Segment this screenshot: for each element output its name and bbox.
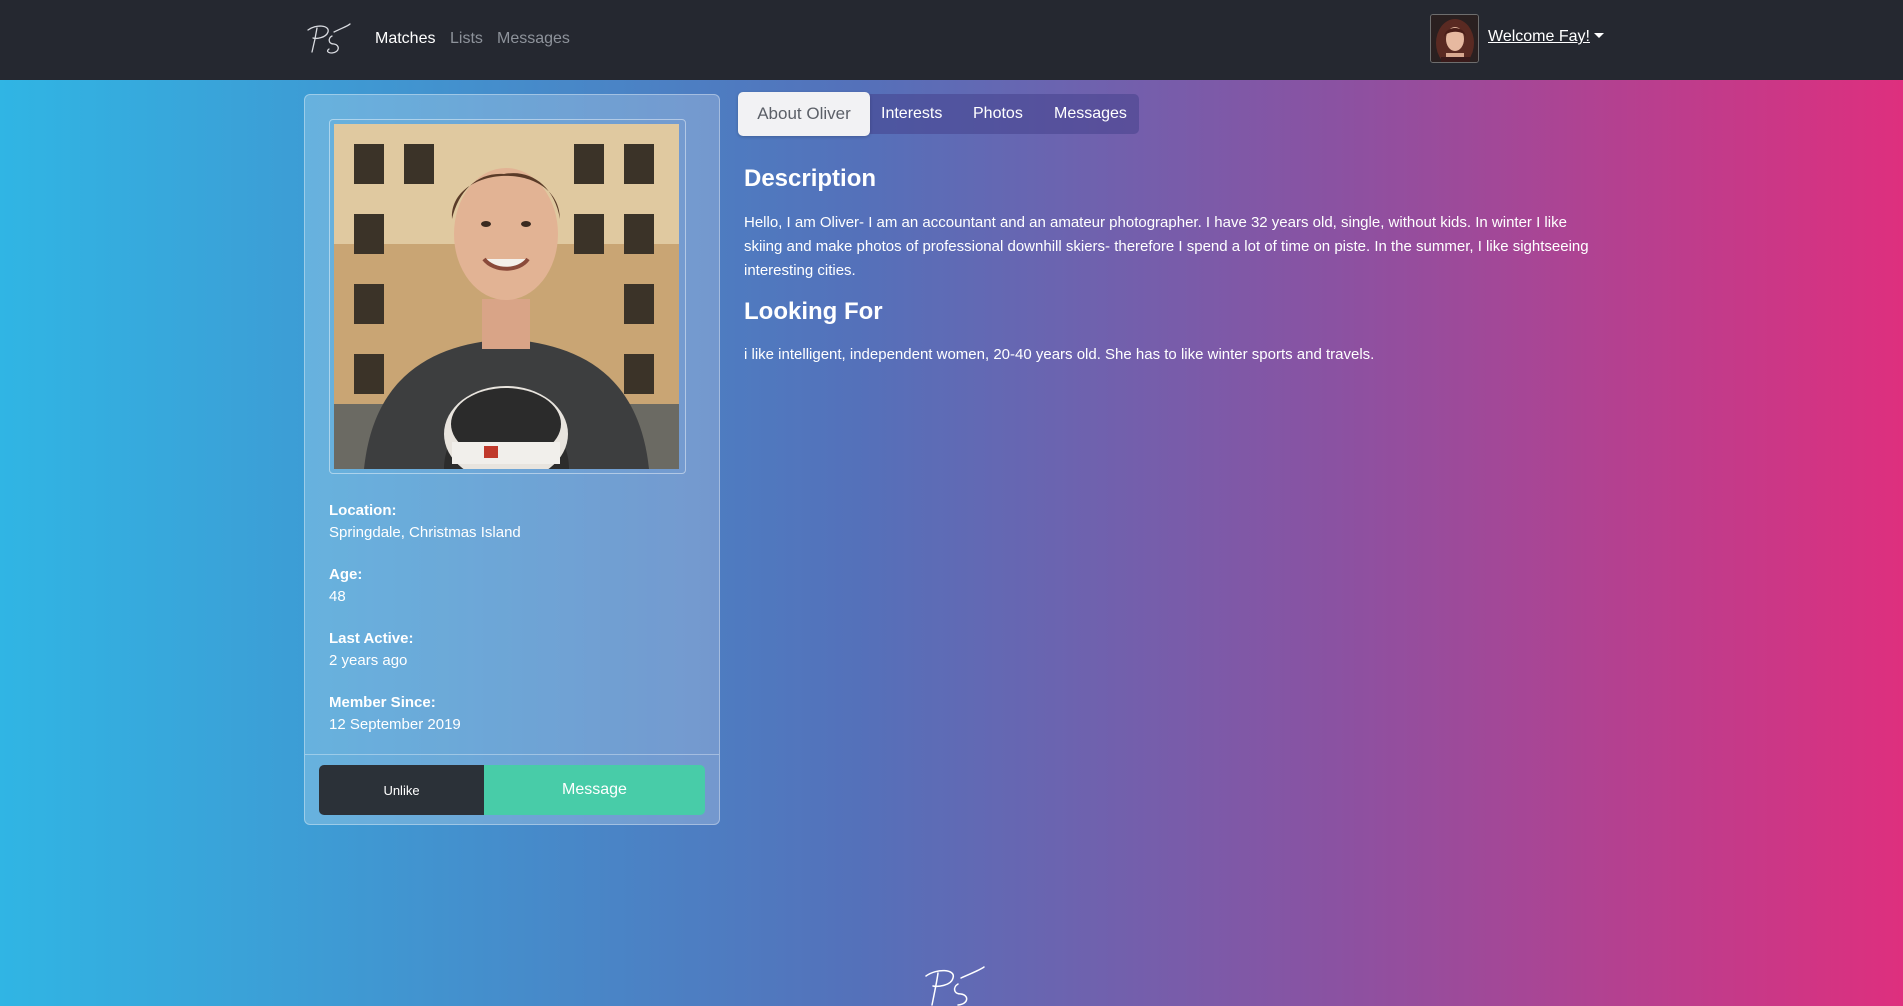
top-navbar: Matches Lists Messages Welcome Fay! [0, 0, 1903, 80]
tab-messages[interactable]: Messages [1054, 94, 1127, 134]
last-active-value: 2 years ago [329, 652, 408, 669]
last-active-label: Last Active: [329, 630, 414, 647]
location-label: Location: [329, 502, 397, 519]
message-button[interactable]: Message [484, 765, 705, 815]
brand-logo[interactable] [302, 22, 352, 58]
age-value: 48 [329, 588, 346, 605]
profile-photo [334, 124, 679, 469]
user-avatar[interactable] [1430, 14, 1479, 63]
last-active-info: Last Active: 2 years ago [329, 629, 413, 673]
location-value: Springdale, Christmas Island [329, 524, 521, 541]
unlike-button[interactable]: Unlike [319, 765, 484, 815]
nav-matches-link[interactable]: Matches [375, 30, 435, 48]
profile-photo-frame [329, 119, 686, 474]
footer-logo [925, 966, 985, 1006]
location-info: Location: Springdale, Christmas Island [329, 501, 521, 545]
member-since-info: Member Since: 12 September 2019 [329, 693, 461, 737]
looking-for-heading: Looking For [744, 298, 883, 325]
welcome-text: Welcome Fay! [1488, 28, 1590, 45]
age-label: Age: [329, 566, 363, 583]
member-since-label: Member Since: [329, 694, 436, 711]
card-divider [305, 754, 719, 755]
chevron-down-icon [1593, 33, 1604, 38]
looking-for-text: i like intelligent, independent women, 2… [744, 346, 1375, 363]
profile-tabs: About Oliver Interests Photos Messages [738, 92, 1139, 136]
tab-photos[interactable]: Photos [973, 94, 1023, 134]
nav-lists-link[interactable]: Lists [450, 30, 483, 48]
nav-messages-link[interactable]: Messages [497, 30, 570, 48]
user-avatar-image [1431, 15, 1478, 62]
welcome-user-dropdown[interactable]: Welcome Fay! [1488, 28, 1604, 46]
description-text: Hello, I am Oliver- I am an accountant a… [744, 214, 1589, 279]
description-heading: Description [744, 165, 877, 192]
profile-card: Location: Springdale, Christmas Island A… [304, 94, 720, 825]
tab-interests[interactable]: Interests [881, 94, 942, 134]
tab-about[interactable]: About Oliver [738, 92, 870, 136]
age-info: Age: 48 [329, 565, 362, 609]
member-since-value: 12 September 2019 [329, 716, 461, 733]
